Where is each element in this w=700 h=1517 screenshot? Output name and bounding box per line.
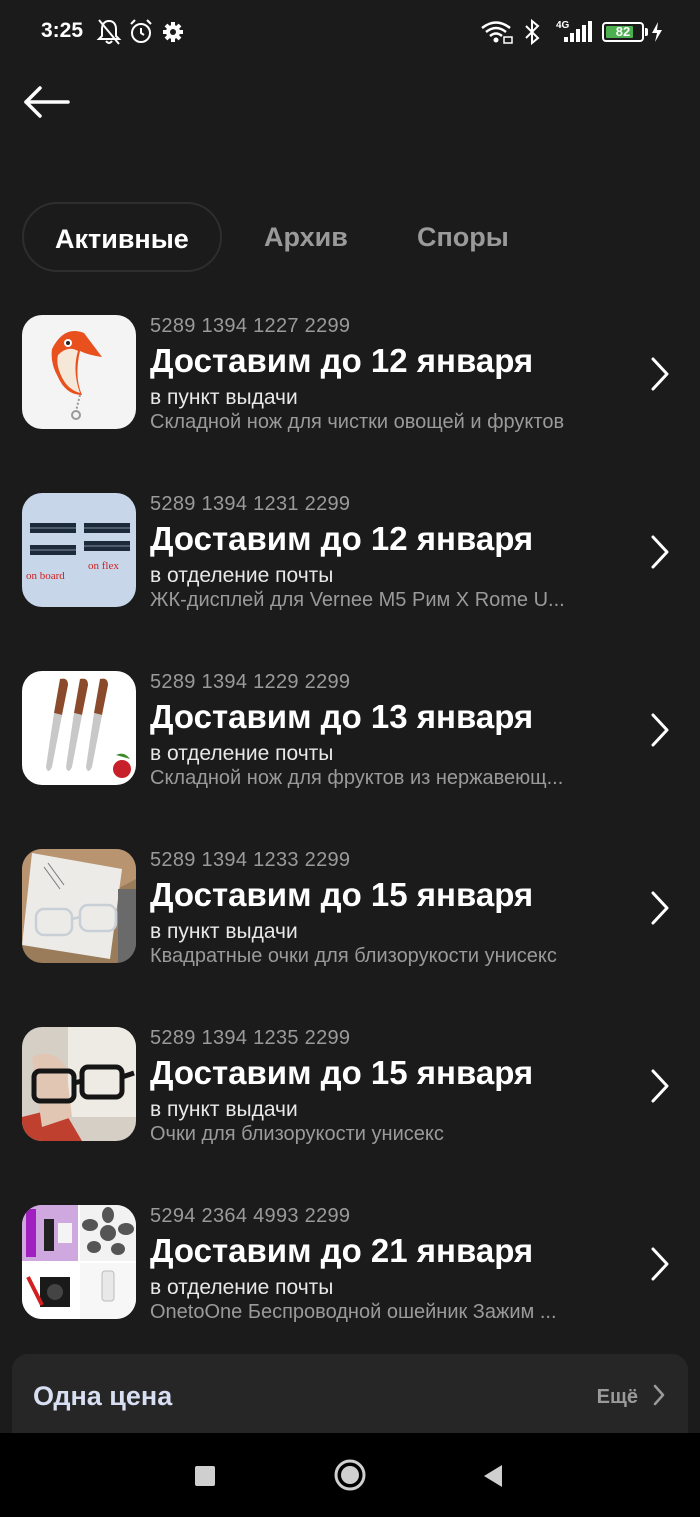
delivery-method: в отделение почты <box>150 564 334 587</box>
home-button[interactable] <box>333 1458 367 1492</box>
chevron-right-icon <box>651 1247 669 1281</box>
product-name: Складной нож для фруктов из нержавеющ... <box>150 767 564 789</box>
gear-icon <box>163 22 183 42</box>
thumb-label-on-flex: on flex <box>88 560 119 572</box>
wifi-icon <box>481 21 513 44</box>
product-name: Очки для близорукости унисекс <box>150 1123 444 1145</box>
tracking-number: 5289 1394 1229 2299 <box>150 671 351 693</box>
product-image: on board on flex <box>22 493 136 607</box>
product-image <box>22 315 136 429</box>
battery-percent: 82 <box>615 24 631 39</box>
delivery-date: Доставим до 12 января <box>150 520 534 557</box>
thumb-label-on-board: on board <box>26 570 65 582</box>
delivery-method: в отделение почты <box>150 1276 334 1299</box>
battery-icon: 82 <box>602 22 644 42</box>
back-button[interactable] <box>22 80 74 124</box>
alarm-icon <box>130 19 152 43</box>
chevron-right-icon <box>651 535 669 569</box>
order-item[interactable]: on board on flex 5289 1394 1231 2299 Дос… <box>0 474 700 634</box>
tracking-number: 5289 1394 1227 2299 <box>150 315 351 337</box>
bell-off-icon <box>96 19 122 45</box>
promo-more-link[interactable]: Ещё <box>597 1386 638 1409</box>
network-type: 4G <box>556 20 570 31</box>
delivery-date: Доставим до 13 января <box>150 698 534 735</box>
delivery-date: Доставим до 21 января <box>150 1232 534 1269</box>
order-item[interactable]: 5289 1394 1235 2299 Доставим до 15 январ… <box>0 1008 700 1168</box>
bluetooth-icon <box>525 18 540 46</box>
status-bar: 3:25 4G 82 <box>0 0 700 64</box>
order-item[interactable]: 5289 1394 1227 2299 Доставим до 12 январ… <box>0 296 700 456</box>
promo-section: Одна цена Ещё <box>12 1354 688 1444</box>
product-name: ЖК-дисплей для Vernee M5 Рим X Rome U... <box>150 589 565 611</box>
order-item[interactable]: 5294 2364 4993 2299 Доставим до 21 январ… <box>0 1186 700 1346</box>
arrow-left-icon <box>24 86 70 118</box>
tracking-number: 5289 1394 1231 2299 <box>150 493 351 515</box>
tab-disputes[interactable]: Споры <box>417 202 509 272</box>
battery-cap <box>645 28 648 36</box>
promo-title: Одна цена <box>33 1381 173 1411</box>
product-name: OnetoOne Беспроводной ошейник Зажим ... <box>150 1301 557 1323</box>
product-image <box>22 671 136 785</box>
status-time: 3:25 <box>41 19 84 42</box>
system-nav-bar <box>0 1433 700 1517</box>
recents-button[interactable] <box>194 1465 216 1487</box>
tracking-number: 5289 1394 1233 2299 <box>150 849 351 871</box>
product-image <box>22 849 136 963</box>
tracking-number: 5294 2364 4993 2299 <box>150 1205 351 1227</box>
signal-icon: 4G <box>556 20 592 42</box>
product-name: Складной нож для чистки овощей и фруктов <box>150 411 565 433</box>
order-item[interactable]: 5289 1394 1229 2299 Доставим до 13 январ… <box>0 652 700 812</box>
chevron-right-icon <box>651 1069 669 1103</box>
chevron-right-icon <box>651 891 669 925</box>
tracking-number: 5289 1394 1235 2299 <box>150 1027 351 1049</box>
product-name: Квадратные очки для близорукости унисекс <box>150 945 557 967</box>
delivery-date: Доставим до 15 января <box>150 876 534 913</box>
tabs: Активные Архив Споры <box>22 202 682 272</box>
delivery-method: в пункт выдачи <box>150 386 298 409</box>
charging-icon <box>652 22 662 42</box>
back-nav-button[interactable] <box>482 1463 504 1489</box>
product-image <box>22 1205 136 1319</box>
chevron-right-icon <box>651 357 669 391</box>
delivery-date: Доставим до 12 января <box>150 342 534 379</box>
delivery-method: в пункт выдачи <box>150 1098 298 1121</box>
product-image <box>22 1027 136 1141</box>
order-item[interactable]: 5289 1394 1233 2299 Доставим до 15 январ… <box>0 830 700 990</box>
delivery-method: в пункт выдачи <box>150 920 298 943</box>
chevron-right-icon <box>651 713 669 747</box>
tab-active[interactable]: Активные <box>22 202 222 272</box>
chevron-right-icon[interactable] <box>652 1384 666 1406</box>
delivery-method: в отделение почты <box>150 742 334 765</box>
delivery-date: Доставим до 15 января <box>150 1054 534 1091</box>
tab-archive[interactable]: Архив <box>264 202 348 272</box>
